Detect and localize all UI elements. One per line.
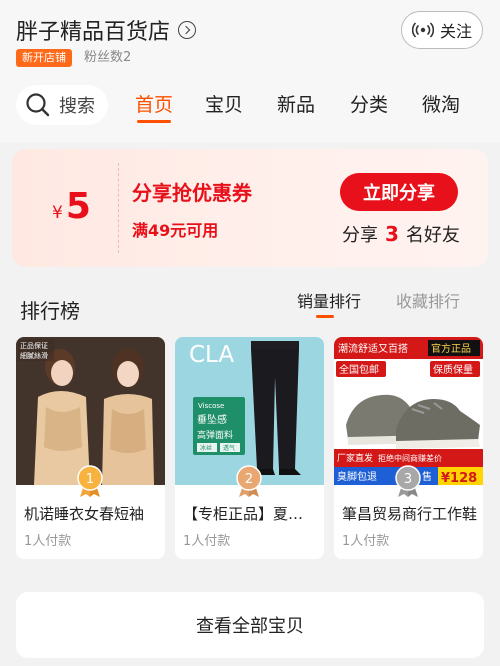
rank-number: 1 — [86, 472, 94, 487]
shop-name[interactable]: 胖子精品百货店 — [16, 14, 197, 46]
view-all-label: 查看全部宝贝 — [196, 616, 304, 637]
share-requirement: 分享 3 名好友 — [342, 221, 460, 247]
rank-number: 3 — [404, 472, 412, 487]
image-text-brand: CLA — [189, 342, 234, 368]
coupon-condition: 满49元可用 — [132, 221, 219, 240]
follow-button[interactable]: 关注 — [401, 11, 483, 49]
shop-name-text: 胖子精品百货店 — [16, 20, 171, 45]
chevron-right-icon[interactable] — [178, 21, 197, 39]
product-image-trousers[interactable]: CLA Viscose 垂坠感 高弹面料 冰丝 透气 — [175, 337, 324, 485]
image-text-slogan: 潮流舒适又百搭 — [338, 342, 408, 355]
rank-number: 2 — [245, 472, 253, 487]
product-image-pajamas[interactable]: 正品保证 細膩絲滑 — [16, 337, 165, 485]
coupon-currency: ¥ — [52, 203, 63, 223]
tab-category[interactable]: 分类 — [350, 93, 388, 117]
new-shop-badge: 新开店铺 — [16, 49, 72, 67]
coupon-card[interactable]: ¥ 5 分享抢优惠券 满49元可用 立即分享 分享 3 名好友 — [12, 149, 488, 267]
coupon-title: 分享抢优惠券 — [132, 181, 252, 205]
product-image-shoes[interactable]: 潮流舒适又百搭 官方正品 全国包邮 保质保量 厂家直发 拒绝中间商赚差价 臭脚包… — [334, 337, 483, 485]
tab-new[interactable]: 新品 — [277, 93, 315, 117]
image-text-official: 官方正品 — [431, 342, 471, 355]
image-text-quality: 保质保量 — [433, 363, 473, 376]
ranking-section: 排行榜 销量排行 收藏排行 正品保证 細膩絲滑 1 机诺睡衣女春短袖 1人付款 … — [0, 280, 500, 570]
image-text-viscose: Viscose — [198, 402, 224, 410]
image-text-return: 臭脚包退 — [337, 470, 377, 483]
tab-items[interactable]: 宝贝 — [205, 93, 243, 117]
rank-medal-bronze-icon: 3 — [395, 465, 421, 497]
rank-medal-silver-icon: 2 — [236, 465, 262, 497]
image-text-silky: 細膩絲滑 — [20, 351, 48, 360]
product-title[interactable]: 机诺睡衣女春短袖 — [24, 503, 159, 524]
image-text-stretch: 高弹面料 — [197, 429, 233, 441]
share-prefix: 分享 — [342, 225, 378, 246]
coupon-value: 5 — [65, 186, 91, 227]
tab-home[interactable]: 首页 — [135, 93, 173, 117]
shop-header: 胖子精品百货店 新开店铺 粉丝数2 关注 搜索 首页 宝贝 新品 分类 微淘 — [0, 0, 500, 142]
share-suffix: 名好友 — [405, 225, 460, 246]
tab-sales-rank[interactable]: 销量排行 — [297, 291, 361, 313]
product-title[interactable]: 筆昌贸易商行工作鞋 — [342, 503, 477, 524]
product-title[interactable]: 【专柜正品】夏季男裤 — [183, 503, 318, 524]
image-text-freeship: 全国包邮 — [339, 363, 379, 376]
coupon-amount: ¥ 5 — [52, 186, 91, 227]
tab-favorites-rank[interactable]: 收藏排行 — [396, 291, 460, 313]
product-sold-count: 1人付款 — [24, 534, 72, 549]
follow-label: 关注 — [439, 22, 472, 41]
ranking-title: 排行榜 — [20, 299, 80, 323]
search-icon — [26, 93, 50, 117]
product-card-3[interactable]: 潮流舒适又百搭 官方正品 全国包邮 保质保量 厂家直发 拒绝中间商赚差价 臭脚包… — [334, 337, 483, 559]
image-text-icesilk: 冰丝 — [200, 444, 212, 452]
image-text-factory: 厂家直发 — [337, 452, 373, 464]
active-tab-indicator — [137, 120, 171, 123]
rank-medal-gold-icon: 1 — [77, 465, 103, 497]
fans-count: 粉丝数2 — [84, 50, 132, 65]
product-sold-count: 1人付款 — [342, 534, 390, 549]
image-text-drape: 垂坠感 — [197, 413, 227, 426]
view-all-items-button[interactable]: 查看全部宝贝 — [16, 592, 484, 658]
image-text-breathable: 透气 — [223, 444, 235, 452]
rank-tab-indicator — [316, 315, 334, 318]
share-now-button[interactable]: 立即分享 — [340, 173, 458, 211]
product-card-2[interactable]: CLA Viscose 垂坠感 高弹面料 冰丝 透气 2 【专柜正品】夏季男 1… — [175, 337, 324, 559]
image-text-sell: 售 — [422, 470, 432, 483]
search-label: 搜索 — [59, 96, 95, 117]
product-card-1[interactable]: 正品保证 細膩絲滑 1 机诺睡衣女春短袖 1人付款 — [16, 337, 165, 559]
share-count: 3 — [385, 222, 399, 246]
product-sold-count: 1人付款 — [183, 534, 231, 549]
tab-weitao[interactable]: 微淘 — [422, 93, 460, 117]
coupon-divider — [118, 163, 119, 253]
image-text-nomiddleman: 拒绝中间商赚差价 — [378, 453, 442, 463]
image-text-guarantee: 正品保证 — [20, 341, 48, 350]
search-button[interactable]: 搜索 — [16, 85, 108, 125]
broadcast-icon — [411, 22, 434, 38]
image-text-price: ¥128 — [441, 471, 477, 485]
